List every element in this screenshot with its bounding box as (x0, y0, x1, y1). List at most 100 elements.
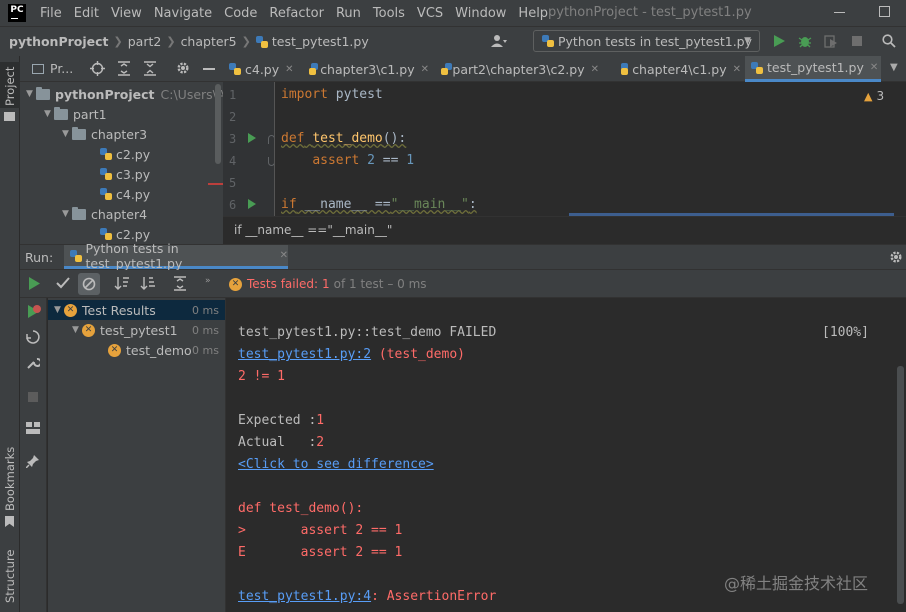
coverage-icon[interactable] (822, 32, 840, 50)
project-tool-tab[interactable]: Project (0, 62, 20, 108)
search-icon[interactable] (880, 32, 898, 50)
bookmarks-tool-label[interactable]: Bookmarks (3, 447, 17, 511)
tree-item-chapter4[interactable]: ▼ chapter4 (62, 204, 147, 224)
editor-tab-part2-chapter3-c2[interactable]: part2\chapter3\c2.py ✕ (439, 56, 599, 82)
project-scrollbar[interactable] (215, 84, 221, 164)
test-results-tree: ▼ ✕ Test Results 0 ms ▼ ✕ test_pytest1 0… (48, 298, 226, 612)
window-title: pythonProject - test_pytest1.py (548, 5, 752, 20)
menu-navigate[interactable]: Navigate (154, 6, 212, 21)
maximize-icon[interactable] (879, 6, 890, 17)
close-icon[interactable]: ✕ (591, 64, 599, 75)
editor-tab-chapter3-c1[interactable]: chapter3\c1.py ✕ (305, 56, 429, 82)
close-icon[interactable]: ✕ (285, 64, 293, 75)
more-options-icon[interactable]: » (205, 276, 211, 286)
breadcrumb-part2[interactable]: part2 (128, 34, 162, 49)
test-tree-item-root[interactable]: ▼ ✕ Test Results 0 ms (54, 300, 225, 320)
source-link[interactable]: test_pytest1.py:4 (238, 589, 371, 604)
menu-run[interactable]: Run (336, 6, 361, 21)
user-icon[interactable] (490, 32, 508, 50)
chevron-down-icon: ▼ (62, 209, 69, 219)
source-link[interactable]: test_pytest1.py:2 (238, 347, 371, 362)
run-gutter-icon[interactable] (248, 199, 256, 209)
chevron-down-icon: ▼ (44, 109, 51, 119)
close-icon[interactable]: ✕ (733, 64, 741, 75)
test-status: ✕ Tests failed: 1 of 1 test – 0 ms (229, 277, 427, 291)
breadcrumb-separator-icon: ❯ (166, 35, 176, 48)
editor-tab-test-pytest1[interactable]: test_pytest1.py ✕ (745, 56, 881, 82)
menu-vcs[interactable]: VCS (417, 6, 443, 21)
tree-item-c3[interactable]: c3.py (100, 164, 150, 184)
editor-tab-bar: c4.py ✕ chapter3\c1.py ✕ part2\chapter3\… (223, 56, 906, 82)
toggle-auto-test-icon[interactable] (26, 330, 40, 349)
menu-view[interactable]: View (111, 6, 142, 21)
tree-item-c2[interactable]: c2.py (100, 144, 150, 164)
run-icon[interactable] (770, 32, 788, 50)
editor-tab-c4[interactable]: c4.py ✕ (223, 56, 303, 82)
menu-tools[interactable]: Tools (373, 6, 405, 21)
code-editor[interactable]: 1 2 3 4 5 6 import pytest def test_demo(… (223, 82, 906, 216)
tree-item-c4[interactable]: c4.py (100, 184, 150, 204)
line-number: 5 (229, 176, 237, 190)
minimize-icon[interactable] (834, 12, 845, 13)
hide-panel-icon[interactable] (203, 68, 215, 70)
run-configuration-select[interactable]: Python tests in test_pytest1.py ▼ (533, 30, 760, 52)
show-passed-icon[interactable] (56, 276, 70, 293)
run-tab-label: Python tests in test_pytest1.py (85, 240, 183, 271)
pin-icon[interactable] (25, 454, 40, 471)
test-tree-item-module[interactable]: ▼ ✕ test_pytest1 0 ms (72, 320, 225, 340)
expand-all-icon[interactable] (173, 276, 187, 294)
warnings-indicator[interactable]: ▲ 3 (864, 89, 884, 103)
watermark: @稀土掘金技术社区 (724, 574, 869, 593)
project-panel-title[interactable]: Pr... (50, 61, 73, 76)
project-panel: Pr... ▼ pythonProject C:\Users\Ac ▼ part… (20, 56, 223, 244)
stop-icon[interactable] (28, 392, 38, 402)
test-tree-item-test[interactable]: ✕ test_demo 0 ms (108, 340, 225, 360)
test-status-failed: Tests failed: (247, 277, 318, 291)
console-output[interactable]: test_pytest1.py::test_demo FAILED [100%]… (226, 298, 906, 612)
menu-help[interactable]: Help (518, 6, 548, 21)
editor-tab-chapter4-c1[interactable]: chapter4\c1.py ✕ (615, 56, 741, 82)
rerun-failed-icon[interactable] (27, 305, 41, 322)
structure-tool-label[interactable]: Structure (3, 550, 17, 604)
run-tab[interactable]: Python tests in test_pytest1.py ✕ (64, 241, 288, 271)
console-scrollbar[interactable] (897, 366, 904, 604)
debug-icon[interactable] (796, 32, 814, 50)
close-icon[interactable]: ✕ (870, 62, 878, 73)
breadcrumb-project[interactable]: pythonProject (9, 34, 109, 49)
breadcrumb-file[interactable]: test_pytest1.py (272, 34, 369, 49)
sort-alphabetically-icon[interactable] (114, 276, 130, 294)
rerun-icon[interactable] (28, 277, 40, 293)
menu-file[interactable]: File (40, 6, 62, 21)
gear-icon[interactable] (889, 250, 903, 267)
console-line-traceback: test_pytest1.py:4: AssertionError (238, 589, 497, 604)
console-line-compare: 2 != 1 (238, 369, 285, 384)
layout-icon[interactable] (26, 422, 40, 437)
menu-window[interactable]: Window (455, 6, 506, 21)
close-icon[interactable]: ✕ (280, 250, 288, 261)
show-ignored-toggle[interactable] (78, 273, 100, 295)
close-icon[interactable]: ✕ (421, 64, 429, 75)
collapse-all-icon[interactable] (143, 61, 157, 79)
test-failed-icon: ✕ (64, 303, 77, 317)
see-difference-link[interactable]: <Click to see difference> (238, 457, 434, 472)
sort-by-duration-icon[interactable] (140, 276, 156, 294)
locate-icon[interactable] (90, 61, 105, 79)
menu-refactor[interactable]: Refactor (269, 6, 324, 21)
test-tree-time: 0 ms (192, 303, 219, 317)
tree-item-chapter3[interactable]: ▼ chapter3 (62, 124, 147, 144)
tree-item-part1[interactable]: ▼ part1 (44, 104, 107, 124)
expand-all-icon[interactable] (117, 61, 131, 79)
tree-item-pythonproject[interactable]: ▼ pythonProject C:\Users\Ac (26, 84, 223, 104)
stop-icon[interactable] (848, 32, 866, 50)
console-line-result: test_pytest1.py::test_demo FAILED (238, 325, 497, 340)
chevron-down-icon: ▼ (72, 325, 79, 335)
menu-edit[interactable]: Edit (74, 6, 99, 21)
run-gutter-icon[interactable] (248, 133, 256, 143)
editor-breadcrumb[interactable]: if __name__ =="__main__" (223, 216, 906, 244)
tabs-dropdown-icon[interactable]: ▼ (890, 62, 898, 73)
wrench-icon[interactable] (26, 356, 42, 373)
breadcrumb-chapter5[interactable]: chapter5 (181, 34, 237, 49)
tree-item-label: chapter3 (91, 126, 148, 142)
menu-code[interactable]: Code (224, 6, 257, 21)
gear-icon[interactable] (176, 61, 190, 78)
